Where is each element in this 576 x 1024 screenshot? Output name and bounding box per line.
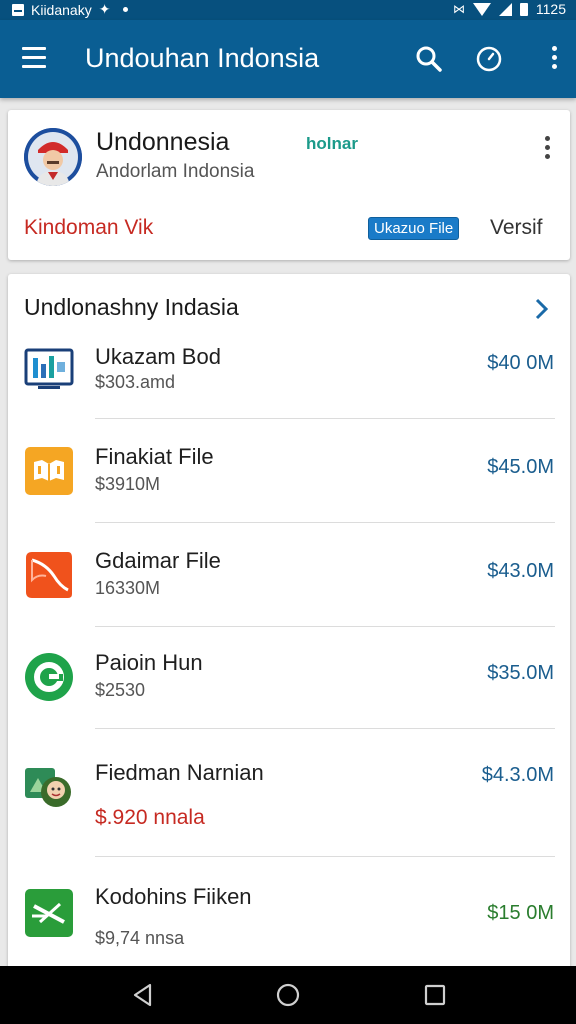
item-amount: $45.0M xyxy=(487,456,554,478)
item-title: Kodohins Fiiken xyxy=(95,884,252,909)
item-subtitle: $.920 nnala xyxy=(95,806,205,829)
timer-icon xyxy=(476,46,502,72)
menu-icon-bar xyxy=(22,56,46,59)
home-icon xyxy=(276,983,300,1007)
divider xyxy=(95,626,555,627)
menu-icon-bar xyxy=(22,65,46,68)
list-item[interactable]: Paioin Hun $2530 $35.0M xyxy=(8,642,570,728)
item-subtitle: 16330M xyxy=(95,578,161,598)
home-button[interactable] xyxy=(275,982,301,1008)
item-title: Finakiat File xyxy=(95,444,214,469)
list-item[interactable]: Finakiat File $3910M $45.0M xyxy=(8,434,570,520)
navigation-bar xyxy=(0,966,576,1024)
battery-icon xyxy=(519,2,528,16)
recents-button[interactable] xyxy=(422,982,448,1008)
app-bar: Undouhan Indonsia xyxy=(0,20,576,98)
timer-button[interactable] xyxy=(472,42,506,76)
profile-tag: holnar xyxy=(306,134,358,153)
item-title: Gdaimar File xyxy=(95,548,221,573)
item-amount: $4.3.0M xyxy=(481,764,554,786)
refresh-icon xyxy=(24,652,74,702)
wifi-icon xyxy=(472,2,491,16)
profile-subtitle: Andorlam Indonsia xyxy=(96,161,255,182)
page-title: Undouhan Indonsia xyxy=(85,43,320,73)
tools-icon xyxy=(24,888,74,938)
more-options-button[interactable] xyxy=(537,42,571,76)
expand-button[interactable] xyxy=(532,296,552,322)
menu-button[interactable] xyxy=(22,47,48,69)
list-item[interactable]: Kodohins Fiiken $9,74 nnsa $15 0M xyxy=(8,872,570,972)
file-badge-button[interactable]: Ukazuo File xyxy=(368,217,460,240)
item-title: Paioin Hun xyxy=(95,650,203,675)
divider xyxy=(95,522,555,523)
status-time: 1125 xyxy=(535,1,566,17)
versi-button[interactable]: Versif xyxy=(490,216,543,240)
list-header: Undlonashny Indasia xyxy=(24,294,239,320)
list-item[interactable]: Gdaimar File 16330M $43.0M xyxy=(8,538,570,624)
app-notification-icon: ✦ xyxy=(98,1,111,17)
divider xyxy=(95,728,555,729)
item-subtitle: $3910M xyxy=(95,474,161,494)
chevron-right-icon xyxy=(535,298,549,320)
signal-icon xyxy=(498,2,512,16)
item-amount: $43.0M xyxy=(487,560,554,582)
bluetooth-icon: ⋈ xyxy=(452,2,465,16)
divider xyxy=(95,856,555,857)
item-subtitle: $303.amd xyxy=(95,372,176,392)
item-subtitle: $2530 xyxy=(95,680,146,700)
item-amount: $35.0M xyxy=(487,662,554,684)
item-title: Fiedman Narnian xyxy=(95,760,264,785)
dot-icon xyxy=(123,7,129,12)
back-button[interactable] xyxy=(130,982,156,1008)
item-title: Ukazam Bod xyxy=(95,344,221,369)
dashboard-icon xyxy=(24,344,74,394)
recents-icon xyxy=(424,984,446,1006)
people-icon xyxy=(24,762,74,812)
profile-link[interactable]: Kindoman Vik xyxy=(24,216,153,240)
back-icon xyxy=(133,983,152,1007)
list-item[interactable]: Fiedman Narnian $.920 nnala $4.3.0M xyxy=(8,744,570,854)
search-button[interactable] xyxy=(412,42,446,76)
menu-icon xyxy=(22,47,46,50)
profile-name: Undonnesia xyxy=(96,128,230,156)
notification-icon xyxy=(12,3,24,16)
item-subtitle: $9,74 nnsa xyxy=(95,928,185,948)
card-more-button[interactable] xyxy=(540,136,554,163)
item-amount: $40 0M xyxy=(487,352,554,374)
book-icon xyxy=(24,446,74,496)
avatar xyxy=(24,128,82,186)
list-card: Undlonashny Indasia Ukazam Bod $303.amd … xyxy=(8,274,570,974)
item-amount: $15 0M xyxy=(487,902,554,924)
document-icon xyxy=(24,550,74,600)
profile-card: Undonnesia Andorlam Indonsia holnar Kind… xyxy=(8,110,570,260)
status-bar: Kiidanaky ✦ ⋈ 1125 xyxy=(0,0,576,20)
divider xyxy=(95,418,555,419)
search-icon xyxy=(416,46,442,72)
list-item[interactable]: Ukazam Bod $303.amd $40 0M xyxy=(8,338,570,418)
status-left-text: Kiidanaky xyxy=(31,1,92,18)
